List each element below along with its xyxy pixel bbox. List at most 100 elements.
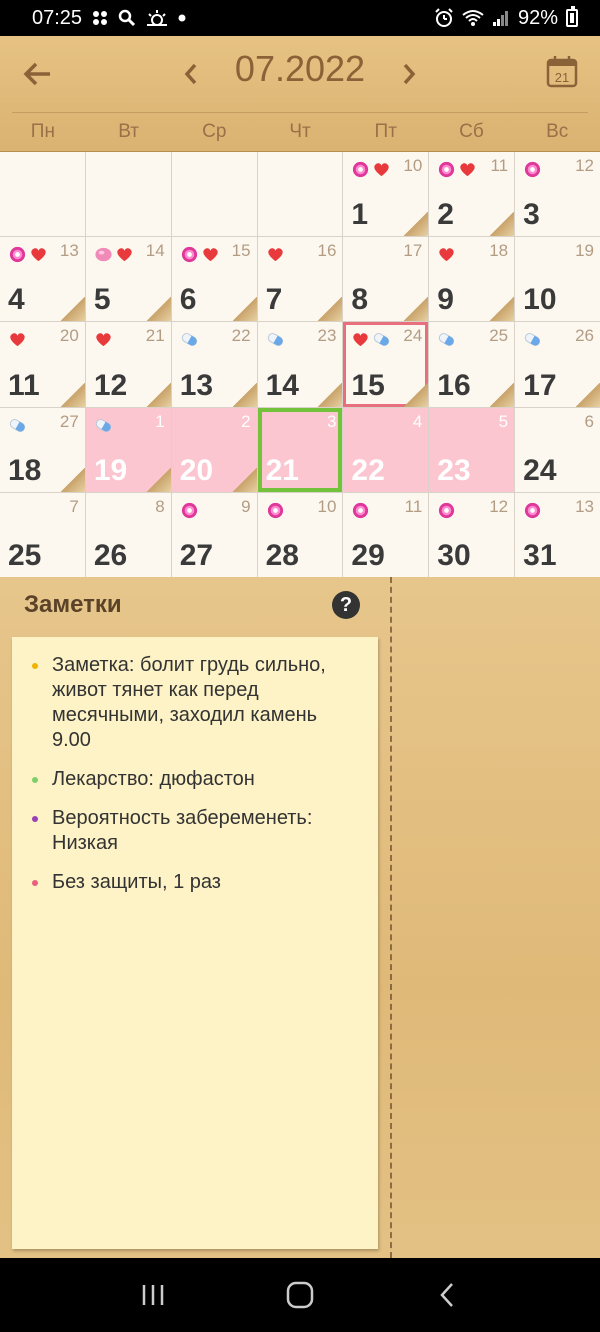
calendar-day-22[interactable]: 4 22: [343, 407, 429, 492]
calendar-day-9[interactable]: 18 9: [429, 237, 515, 322]
flower-icon: [437, 501, 456, 520]
flower-icon: [437, 160, 456, 179]
day-number: 7: [265, 283, 283, 317]
day-icons: [266, 245, 285, 264]
calendar-day-empty[interactable]: [0, 152, 85, 237]
cycle-day: 22: [231, 326, 251, 346]
day-icons: [8, 245, 48, 264]
calendar-day-empty[interactable]: [257, 152, 343, 237]
day-icons: [437, 330, 456, 349]
cycle-day: 7: [69, 496, 79, 516]
note-corner-icon: [318, 297, 343, 322]
calendar-day-23[interactable]: 5 23: [429, 407, 515, 492]
calendar-day-17[interactable]: 26 17: [515, 322, 600, 407]
calendar-day-empty[interactable]: [85, 152, 171, 237]
pill-icon: [437, 330, 456, 349]
status-bar: 07:25 92%: [0, 0, 600, 36]
note-sheet[interactable]: Заметка: болит грудь сильно, живот тянет…: [12, 637, 378, 1249]
day-number: 24: [523, 453, 557, 487]
day-number: 16: [437, 368, 471, 402]
cycle-day: 12: [489, 496, 509, 516]
cycle-day: 2: [241, 411, 251, 431]
note-text: Заметка: болит грудь сильно, живот тянет…: [52, 654, 326, 751]
calendar-day-27[interactable]: 9 27: [171, 492, 257, 577]
weekday-label: Ср: [202, 121, 227, 142]
cycle-day: 17: [403, 241, 423, 261]
alarm-icon: [434, 8, 454, 28]
day-number: 2: [437, 198, 454, 232]
cycle-day: 25: [489, 326, 509, 346]
recent-apps-icon[interactable]: [133, 1275, 173, 1315]
calendar-day-14[interactable]: 23 14: [257, 322, 343, 407]
help-icon[interactable]: ?: [332, 591, 360, 619]
heart-icon: [201, 245, 220, 264]
weekday-label: Сб: [459, 121, 484, 142]
calendar-day-16[interactable]: 25 16: [429, 322, 515, 407]
day-number: 5: [93, 283, 111, 317]
flower-icon: [351, 160, 370, 179]
calendar-day-1[interactable]: 10 1: [343, 152, 429, 237]
calendar-day-18[interactable]: 27 18: [0, 407, 85, 492]
day-icons: [266, 501, 285, 520]
calendar-day-20[interactable]: 2 20: [171, 407, 257, 492]
notification-dot-icon: [178, 14, 186, 22]
calendar-day-29[interactable]: 11 29: [343, 492, 429, 577]
back-nav-icon[interactable]: [427, 1275, 467, 1315]
note-corner-icon: [490, 212, 515, 237]
notes-divider: [390, 577, 392, 1258]
calendar-day-28[interactable]: 10 28: [257, 492, 343, 577]
calendar-day-4[interactable]: 13 4: [0, 237, 85, 322]
note-corner-icon: [146, 297, 171, 322]
cycle-day: 5: [498, 411, 509, 431]
calendar-day-11[interactable]: 20 11: [0, 322, 85, 407]
calendar-day-2[interactable]: 11 2: [429, 152, 515, 237]
day-number: 11: [8, 368, 40, 402]
cycle-day: 15: [231, 241, 251, 261]
cycle-day: 20: [59, 326, 79, 346]
calendar-day-13[interactable]: 22 13: [171, 322, 257, 407]
cycle-day: 26: [575, 326, 594, 346]
day-number: 25: [8, 538, 42, 572]
day-icons: [523, 160, 542, 179]
calendar-day-12[interactable]: 21 12: [85, 322, 171, 407]
calendar-day-26[interactable]: 8 26: [85, 492, 171, 577]
day-number: 22: [351, 453, 385, 487]
prev-month-chevron-icon[interactable]: [176, 56, 206, 92]
calendar-day-24[interactable]: 6 24: [515, 407, 600, 492]
calendar-day-19[interactable]: 1 19: [85, 407, 171, 492]
egg-icon: [94, 245, 113, 264]
day-number: 21: [265, 453, 299, 487]
heart-icon: [94, 330, 113, 349]
home-icon[interactable]: [280, 1275, 320, 1315]
calendar-day-5[interactable]: 14 5: [85, 237, 171, 322]
next-month-chevron-icon[interactable]: [394, 56, 424, 92]
calendar-day-10[interactable]: 19 10: [515, 237, 600, 322]
calendar-day-31[interactable]: 13 31: [515, 492, 600, 577]
calendar-today-icon[interactable]: 21: [542, 52, 582, 92]
calendar-day-30[interactable]: 12 30: [429, 492, 515, 577]
calendar-day-21[interactable]: 3 21: [257, 407, 343, 492]
day-number: 31: [523, 538, 557, 572]
calendar-day-15[interactable]: 24 15: [343, 322, 429, 407]
pill-icon: [266, 330, 285, 349]
day-icons: [94, 330, 113, 349]
cycle-day: 4: [412, 411, 423, 431]
bullet-dot: [32, 816, 38, 822]
notes-panel: Заметки ? Заметка: болит грудь сильно, ж…: [0, 577, 600, 1258]
calendar-day-7[interactable]: 16 7: [257, 237, 343, 322]
weekday-label: Чт: [289, 121, 311, 142]
calendar-day-empty[interactable]: [171, 152, 257, 237]
calendar-day-8[interactable]: 17 8: [343, 237, 429, 322]
flower-icon: [266, 501, 285, 520]
calendar-day-25[interactable]: 7 25: [0, 492, 85, 577]
heart-icon: [8, 330, 27, 349]
pill-icon: [8, 416, 27, 435]
calendar-day-3[interactable]: 12 3: [515, 152, 600, 237]
calendar-day-6[interactable]: 15 6: [171, 237, 257, 322]
back-arrow-icon[interactable]: [18, 54, 58, 94]
weekday-row: Пн Вт Ср Чт Пт Сб Вс: [0, 114, 600, 150]
day-icons: [8, 330, 27, 349]
day-number: 13: [179, 368, 214, 402]
cycle-day: 6: [584, 411, 594, 431]
day-number: 27: [179, 538, 214, 572]
